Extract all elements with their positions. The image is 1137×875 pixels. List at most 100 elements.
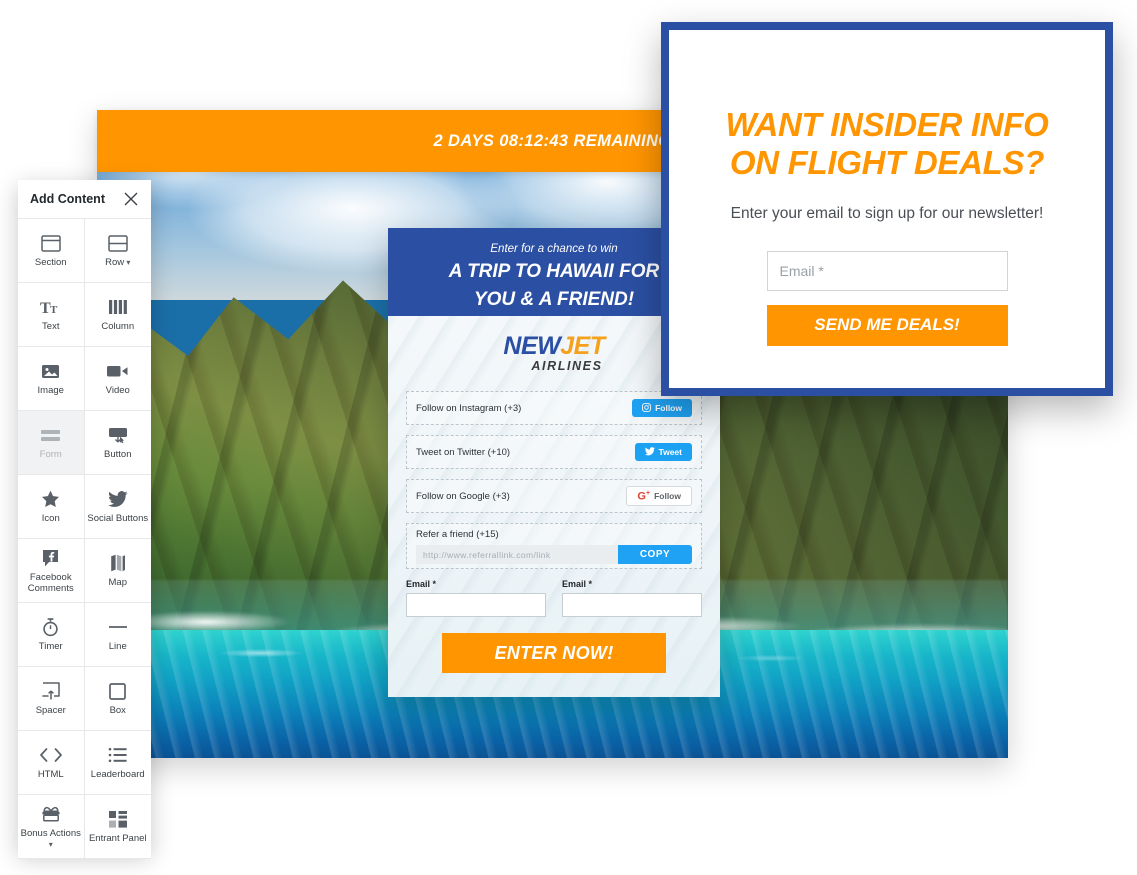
newsletter-title-line1: WANT INSIDER INFO xyxy=(725,106,1049,143)
add-content-item-label: Spacer xyxy=(35,705,66,717)
contest-email-fields: Email * Email * xyxy=(406,579,702,617)
chevron-down-icon: ▾ xyxy=(48,840,53,849)
action-row-twitter[interactable]: Tweet on Twitter (+10) Tweet xyxy=(406,435,702,469)
twitter-tweet-label: Tweet xyxy=(658,447,682,457)
add-content-item-video[interactable]: Video xyxy=(84,347,151,411)
button-icon xyxy=(108,424,128,446)
twitter-icon xyxy=(644,446,655,458)
newsletter-email-input[interactable]: Email * xyxy=(766,250,1008,291)
add-content-header: Add Content xyxy=(18,180,151,218)
add-content-item-label: Social Buttons xyxy=(87,513,149,525)
add-content-item-text[interactable]: T T Text xyxy=(18,283,85,347)
add-content-item-html[interactable]: HTML xyxy=(18,731,85,795)
action-label-google: Follow on Google (+3) xyxy=(416,490,510,502)
send-me-deals-button[interactable]: SEND ME DEALS! xyxy=(766,304,1008,346)
add-content-item-entrant-panel[interactable]: Entrant Panel xyxy=(84,795,151,859)
add-content-item-button[interactable]: Button xyxy=(84,411,151,475)
add-content-item-line[interactable]: Line xyxy=(84,603,151,667)
newjet-logo: NEWJET AIRLINES xyxy=(406,316,702,373)
add-content-item-label: Row ▾ xyxy=(105,257,131,269)
add-content-panel[interactable]: Add Content Section Row ▾ T T Text Column Imag… xyxy=(18,180,151,859)
countdown-text: 2 DAYS 08:12:43 REMAINING xyxy=(433,131,672,150)
add-content-item-icon[interactable]: Icon xyxy=(18,475,85,539)
column-icon xyxy=(108,296,127,318)
add-content-item-facebook-comments[interactable]: Facebook Comments xyxy=(18,539,85,603)
add-content-item-bonus-actions[interactable]: Bonus Actions ▾ xyxy=(18,795,85,859)
google-follow-button[interactable]: G+ Follow xyxy=(626,486,692,506)
contest-email-field-2: Email * xyxy=(562,579,702,617)
add-content-item-form: Form xyxy=(18,411,85,475)
contest-email-label-1: Email * xyxy=(406,579,437,589)
contest-email-field-1: Email * xyxy=(406,579,546,617)
close-icon[interactable] xyxy=(123,191,139,207)
newjet-word-jet: JET xyxy=(560,332,605,360)
add-content-item-label: Section xyxy=(34,257,67,269)
image-icon xyxy=(41,360,60,382)
add-content-item-image[interactable]: Image xyxy=(18,347,85,411)
action-row-instagram[interactable]: Follow on Instagram (+3) Follow xyxy=(406,391,702,425)
action-label-twitter: Tweet on Twitter (+10) xyxy=(416,446,511,458)
newjet-word-new: NEW xyxy=(503,332,561,360)
newsletter-modal-body: WANT INSIDER INFO ON FLIGHT DEALS? Enter… xyxy=(669,30,1105,388)
contest-email-label-2: Email * xyxy=(562,579,593,589)
map-icon xyxy=(110,552,126,574)
google-follow-label: Follow xyxy=(654,491,681,501)
add-content-item-label: Text xyxy=(42,321,60,333)
add-content-item-label: Map xyxy=(108,577,127,589)
add-content-item-label: Box xyxy=(109,705,126,717)
instagram-follow-label: Follow xyxy=(655,403,682,413)
bonus-actions-list: Follow on Instagram (+3) Follow Tweet on… xyxy=(406,391,702,569)
newsletter-subtitle: Enter your email to sign up for our news… xyxy=(730,204,1044,222)
add-content-title: Add Content xyxy=(30,192,105,206)
star-icon xyxy=(41,488,60,510)
add-content-item-label: Facebook Comments xyxy=(27,571,74,594)
add-content-item-label: Video xyxy=(105,385,130,397)
add-content-item-label: Timer xyxy=(38,641,63,653)
contest-email-input-2[interactable] xyxy=(562,593,702,617)
add-content-item-timer[interactable]: Timer xyxy=(18,603,85,667)
add-content-item-row[interactable]: Row ▾ xyxy=(84,219,151,283)
gift-icon xyxy=(41,803,61,825)
add-content-item-label: Line xyxy=(108,641,127,653)
newsletter-title: WANT INSIDER INFO ON FLIGHT DEALS? xyxy=(725,106,1048,183)
instagram-follow-button[interactable]: Follow xyxy=(632,399,692,417)
add-content-item-label: Icon xyxy=(41,513,60,525)
add-content-item-label: Button xyxy=(104,449,132,461)
action-label-instagram: Follow on Instagram (+3) xyxy=(416,402,522,414)
text-icon: TT xyxy=(40,296,62,318)
action-row-refer-friend[interactable]: Refer a friend (+15) http://www.referral… xyxy=(406,523,702,569)
google-plus-icon: G+ xyxy=(637,489,651,503)
add-content-item-label: Form xyxy=(39,449,62,461)
copy-referral-link-button[interactable]: COPY xyxy=(618,545,692,564)
newsletter-title-line2: ON FLIGHT DEALS? xyxy=(729,144,1045,182)
spacer-icon xyxy=(42,680,60,702)
referral-link-input[interactable]: http://www.referrallink.com/link xyxy=(416,545,618,564)
row-icon xyxy=(108,232,128,254)
chevron-down-icon: ▾ xyxy=(124,258,131,268)
form-icon xyxy=(41,424,61,446)
contest-email-input-1[interactable] xyxy=(406,593,546,617)
action-row-google[interactable]: Follow on Google (+3) G+ Follow xyxy=(406,479,702,513)
add-content-item-label: Image xyxy=(37,385,64,397)
add-content-item-label: Entrant Panel xyxy=(88,833,147,845)
timer-icon xyxy=(42,616,59,638)
add-content-grid: Section Row ▾ T T Text Column Image Video Form Bu… xyxy=(18,218,151,859)
video-icon xyxy=(107,360,128,382)
add-content-item-spacer[interactable]: Spacer xyxy=(18,667,85,731)
add-content-item-section[interactable]: Section xyxy=(18,219,85,283)
add-content-item-box[interactable]: Box xyxy=(84,667,151,731)
facebook-icon xyxy=(42,547,59,569)
add-content-item-column[interactable]: Column xyxy=(84,283,151,347)
refer-link-group: http://www.referrallink.com/link COPY xyxy=(416,545,692,564)
enter-now-button[interactable]: ENTER NOW! xyxy=(442,633,666,673)
newsletter-modal[interactable]: WANT INSIDER INFO ON FLIGHT DEALS? Enter… xyxy=(661,22,1113,396)
twitter-tweet-button[interactable]: Tweet xyxy=(634,443,692,461)
add-content-item-map[interactable]: Map xyxy=(84,539,151,603)
twitter-icon xyxy=(108,488,128,510)
refer-friend-label: Refer a friend (+15) xyxy=(416,529,499,540)
line-icon xyxy=(108,616,127,638)
add-content-item-leaderboard[interactable]: Leaderboard xyxy=(84,731,151,795)
panel-icon xyxy=(108,808,127,830)
box-icon xyxy=(109,680,127,702)
add-content-item-social-buttons[interactable]: Social Buttons xyxy=(84,475,151,539)
